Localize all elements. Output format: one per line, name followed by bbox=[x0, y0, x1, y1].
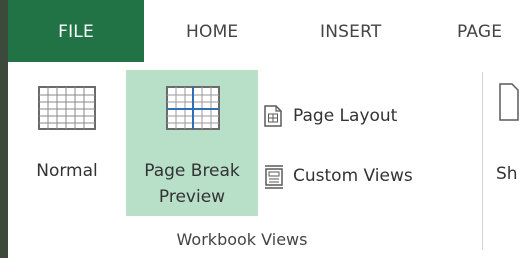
tab-home[interactable]: HOME bbox=[186, 0, 238, 62]
window-left-edge bbox=[0, 0, 8, 258]
group-divider bbox=[482, 72, 483, 250]
tab-page-layout[interactable]: PAGE bbox=[457, 0, 502, 62]
custom-views-label: Custom Views bbox=[293, 166, 413, 186]
page-break-preview-label-line1: Page Break bbox=[144, 161, 240, 181]
normal-view-button[interactable]: Normal bbox=[8, 70, 126, 216]
ribbon-panel: Normal Page Break Preview Page Layout Cu… bbox=[8, 62, 523, 258]
page-layout-icon bbox=[264, 105, 282, 127]
tab-file[interactable]: FILE bbox=[8, 0, 144, 62]
page-break-sheet-icon bbox=[166, 86, 220, 130]
show-group-label[interactable]: Sh bbox=[496, 164, 518, 184]
workbook-views-group-label: Workbook Views bbox=[176, 230, 308, 249]
custom-views-icon bbox=[265, 165, 283, 189]
page-layout-view-label: Page Layout bbox=[293, 106, 398, 126]
tab-insert[interactable]: INSERT bbox=[320, 0, 381, 62]
page-break-preview-label-line2: Preview bbox=[158, 187, 226, 207]
page-break-preview-button[interactable]: Page Break Preview bbox=[126, 70, 258, 216]
show-group-icon[interactable] bbox=[498, 82, 523, 122]
ribbon-tab-bar: FILE HOME INSERT PAGE bbox=[8, 0, 523, 62]
normal-view-label: Normal bbox=[36, 161, 98, 181]
grid-sheet-icon bbox=[38, 86, 96, 130]
